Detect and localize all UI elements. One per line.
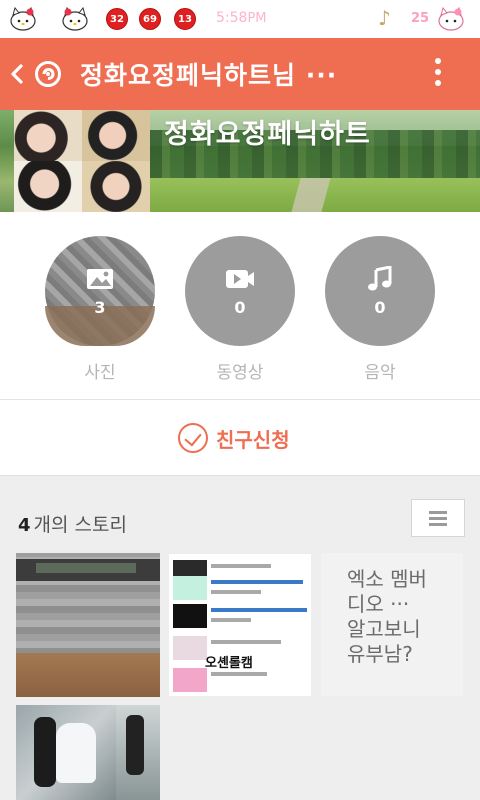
stat-music-count: 0 bbox=[374, 297, 386, 317]
video-thumbnail bbox=[173, 636, 207, 660]
stat-photos[interactable]: 3 사진 bbox=[45, 236, 155, 383]
avatar-photo bbox=[14, 161, 82, 212]
list-item bbox=[173, 604, 309, 628]
story-image bbox=[34, 717, 56, 787]
profile-cover: 정화요정페닉하트 bbox=[0, 110, 480, 212]
stat-music[interactable]: 0 음악 bbox=[325, 236, 435, 383]
menu-dot bbox=[435, 69, 441, 75]
text-line bbox=[211, 618, 251, 622]
friend-request-row: 친구신청 bbox=[0, 400, 480, 476]
hello-kitty-icon bbox=[62, 6, 88, 31]
list-item bbox=[173, 668, 309, 692]
menu-dot bbox=[435, 80, 441, 86]
story-text: 엑소 멤버 디오 ··· 알고보니 유부남? bbox=[347, 567, 427, 666]
photo-icon bbox=[87, 268, 113, 289]
notification-badge: 32 bbox=[106, 8, 128, 30]
story-count-number: 4 bbox=[18, 515, 31, 536]
story-image bbox=[126, 715, 144, 775]
text-line bbox=[211, 640, 281, 644]
story-count-label: 개의 스토리 bbox=[33, 514, 127, 536]
clock: 5:58PM bbox=[216, 10, 267, 26]
stat-photos-count: 3 bbox=[94, 297, 106, 317]
story-tile[interactable]: 엑소 멤버 디오 ··· 알고보니 유부남? bbox=[321, 553, 463, 696]
notification-badge: 13 bbox=[174, 8, 196, 30]
story-image bbox=[36, 563, 136, 573]
list-icon bbox=[429, 511, 447, 514]
music-note-icon: ♪ bbox=[378, 6, 391, 30]
stat-videos-circle[interactable]: 0 bbox=[185, 236, 295, 346]
text-line bbox=[211, 580, 303, 584]
avatar-photo bbox=[14, 110, 82, 161]
text-line bbox=[211, 608, 307, 612]
app-bar: 정화요정페닉하트님 ··· bbox=[0, 38, 480, 110]
avatar-photo bbox=[82, 110, 150, 161]
story-count: 4 개의 스토리 bbox=[18, 510, 127, 537]
text-line bbox=[211, 564, 271, 568]
stat-photos-circle[interactable]: 3 bbox=[45, 236, 155, 346]
stat-videos-count: 0 bbox=[234, 297, 246, 317]
list-icon bbox=[429, 523, 447, 526]
story-overlay-text: 오셴롤캠 bbox=[205, 656, 253, 671]
profile-name: 정화요정페닉하트 bbox=[164, 119, 371, 150]
friend-request-button[interactable]: 친구신청 bbox=[178, 422, 290, 454]
avatar-photo bbox=[82, 161, 150, 212]
stat-music-label: 음악 bbox=[364, 363, 396, 383]
hello-kitty-icon bbox=[10, 6, 36, 31]
kakaostory-logo-icon[interactable] bbox=[34, 60, 62, 88]
list-view-toggle[interactable] bbox=[411, 499, 465, 537]
story-image bbox=[16, 653, 160, 697]
list-icon bbox=[429, 517, 447, 520]
video-thumbnail bbox=[173, 604, 207, 628]
menu-dot bbox=[435, 58, 441, 64]
stat-photos-label: 사진 bbox=[84, 363, 116, 383]
stat-videos[interactable]: 0 동영상 bbox=[185, 236, 295, 383]
video-thumbnail bbox=[173, 668, 207, 692]
clock-time: 5:58 bbox=[216, 10, 248, 26]
text-line bbox=[211, 672, 267, 676]
music-icon bbox=[368, 265, 392, 290]
avatar[interactable] bbox=[14, 110, 150, 212]
profile-stats: 3 사진 0 동영상 0 음악 bbox=[0, 212, 480, 400]
story-tile[interactable] bbox=[16, 705, 160, 800]
notification-badge: 69 bbox=[139, 8, 161, 30]
friend-request-label: 친구신청 bbox=[216, 427, 290, 452]
video-thumbnail bbox=[173, 576, 207, 600]
hello-kitty-battery-icon bbox=[438, 6, 464, 31]
check-circle-icon bbox=[178, 423, 208, 453]
story-tile[interactable]: 오셴롤캠 bbox=[168, 553, 312, 697]
text-line bbox=[211, 590, 261, 594]
story-image bbox=[56, 723, 96, 783]
chevron-left-icon[interactable] bbox=[6, 60, 26, 88]
status-bar: 32 69 13 5:58PM ♪ 25 bbox=[0, 0, 480, 38]
page-title: 정화요정페닉하트님 ··· bbox=[80, 61, 338, 90]
battery-level: 25 bbox=[411, 11, 430, 26]
overflow-menu-button[interactable] bbox=[430, 58, 446, 92]
story-tile[interactable] bbox=[16, 553, 160, 697]
stat-videos-label: 동영상 bbox=[216, 363, 264, 383]
stat-music-circle[interactable]: 0 bbox=[325, 236, 435, 346]
list-item bbox=[173, 576, 309, 600]
video-icon bbox=[226, 269, 254, 288]
clock-ampm: PM bbox=[247, 11, 267, 26]
